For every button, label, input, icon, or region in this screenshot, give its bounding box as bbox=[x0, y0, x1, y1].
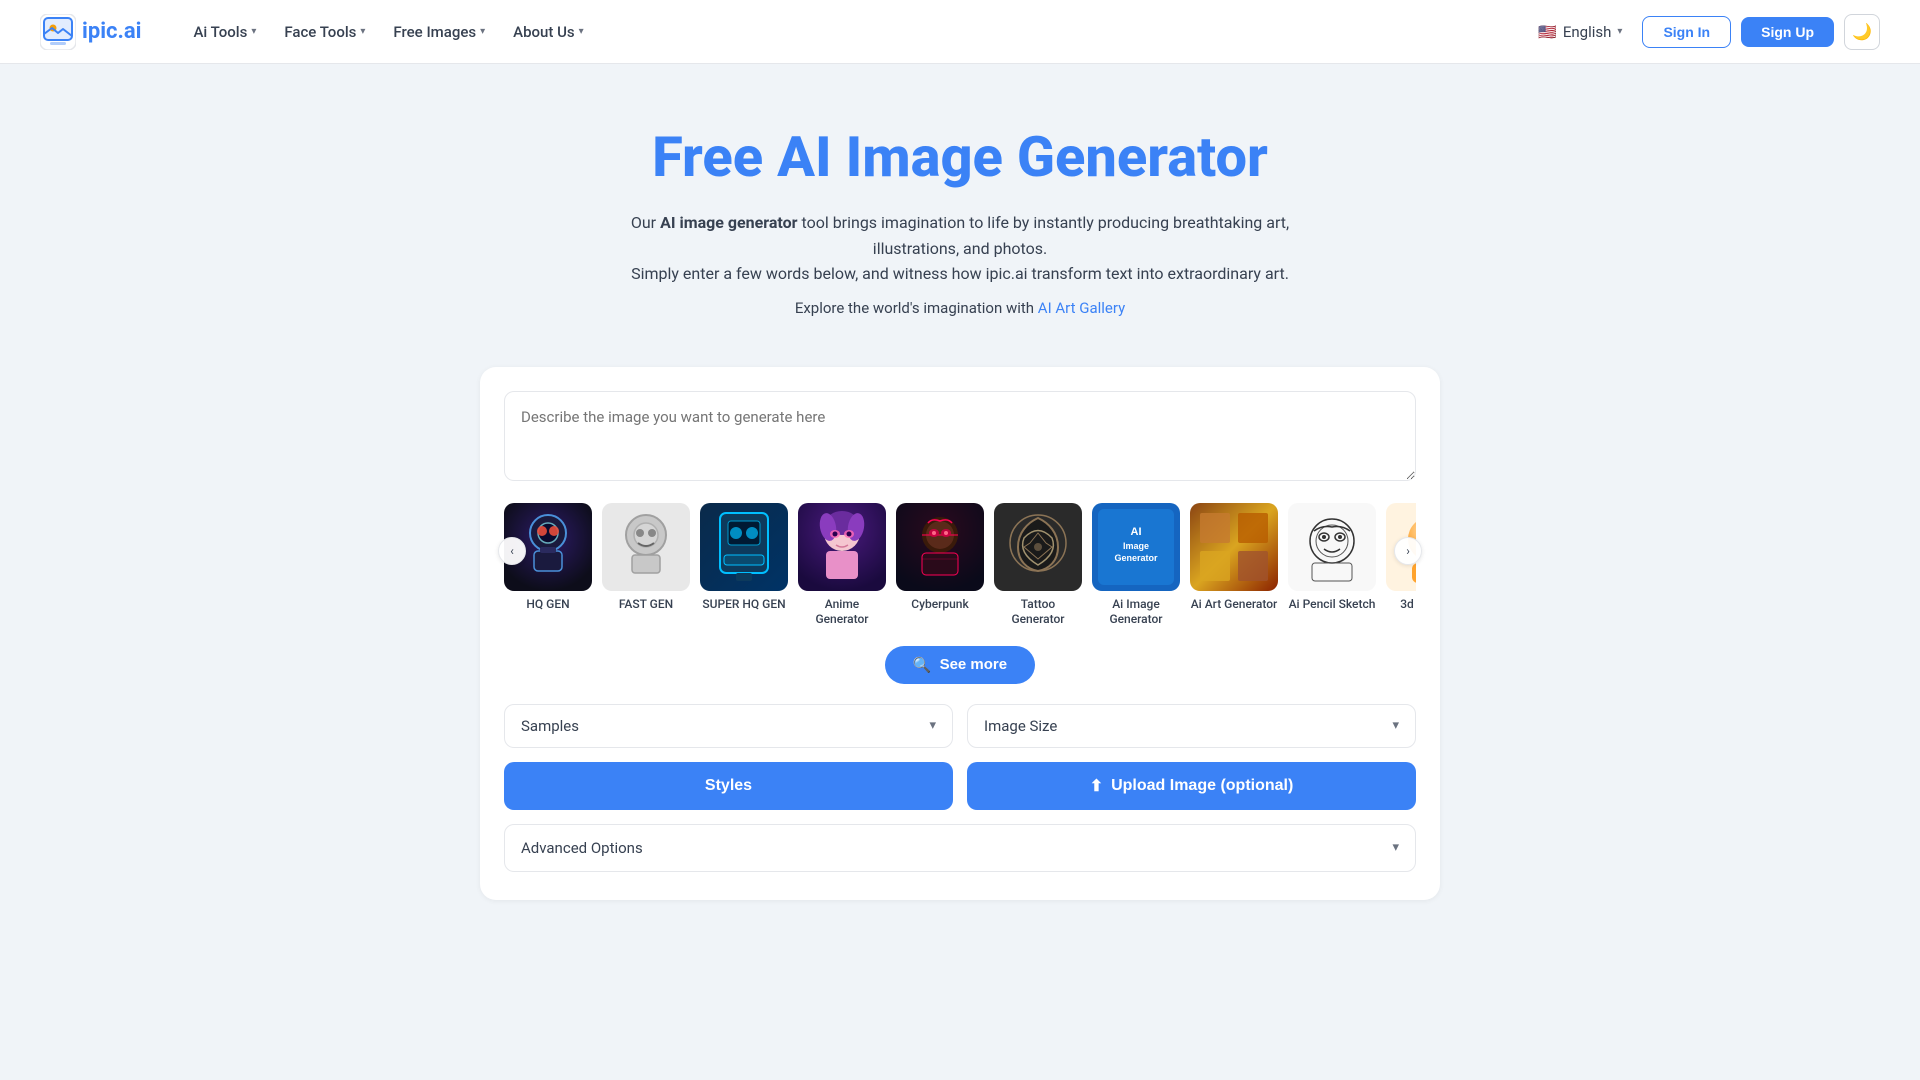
style-img-ai-pencil-sketch bbox=[1288, 503, 1376, 591]
style-label-fast-gen: FAST GEN bbox=[619, 597, 673, 613]
nav-right: 🇺🇸 English ▾ Sign In Sign Up 🌙 bbox=[1528, 14, 1880, 50]
style-label-ai-pencil-sketch: Ai Pencil Sketch bbox=[1289, 597, 1376, 613]
upload-icon: ⬆ bbox=[1090, 776, 1103, 796]
style-item-cyberpunk[interactable]: Cyberpunk bbox=[896, 503, 984, 628]
style-item-anime-generator[interactable]: Anime Generator bbox=[798, 503, 886, 628]
style-img-super-hq-gen bbox=[700, 503, 788, 591]
svg-text:Generator: Generator bbox=[1114, 553, 1158, 563]
prompt-textarea[interactable] bbox=[504, 391, 1416, 481]
controls-row: Samples ▾ Image Size ▾ bbox=[504, 704, 1416, 748]
style-label-super-hq-gen: SUPER HQ GEN bbox=[702, 597, 785, 613]
scroll-left-button[interactable]: ‹ bbox=[498, 537, 526, 565]
advanced-options-chevron-icon: ▾ bbox=[1392, 840, 1399, 855]
style-img-fast-gen bbox=[602, 503, 690, 591]
hero-title: Free AI Image Generator bbox=[20, 124, 1900, 190]
nav-face-tools[interactable]: Face Tools ▾ bbox=[272, 15, 377, 49]
style-img-cyberpunk bbox=[896, 503, 984, 591]
hero-description: Our AI image generator tool brings imagi… bbox=[610, 210, 1310, 287]
style-label-3d-cartoon: 3d Cartoon bbox=[1400, 597, 1416, 613]
see-more-button[interactable]: 🔍 See more bbox=[885, 646, 1035, 684]
face-tools-chevron-icon: ▾ bbox=[360, 26, 365, 37]
samples-dropdown[interactable]: Samples ▾ bbox=[504, 704, 953, 748]
style-item-ai-image-generator[interactable]: AI Image Generator Ai Image Generator bbox=[1092, 503, 1180, 628]
signin-button[interactable]: Sign In bbox=[1642, 16, 1731, 48]
styles-button[interactable]: Styles bbox=[504, 762, 953, 810]
logo[interactable]: ipic.ai bbox=[40, 14, 141, 50]
language-chevron-icon: ▾ bbox=[1617, 26, 1622, 37]
upload-button[interactable]: ⬆ Upload Image (optional) bbox=[967, 762, 1416, 810]
action-row: Styles ⬆ Upload Image (optional) bbox=[504, 762, 1416, 810]
main-card: ‹ HQ GEN bbox=[480, 367, 1440, 900]
style-scroll: HQ GEN FAST GEN bbox=[504, 503, 1416, 628]
samples-chevron-icon: ▾ bbox=[929, 718, 936, 733]
theme-toggle-button[interactable]: 🌙 bbox=[1844, 14, 1880, 50]
navbar: ipic.ai Ai Tools ▾ Face Tools ▾ Free Ima… bbox=[0, 0, 1920, 64]
style-label-ai-art-generator: Ai Art Generator bbox=[1191, 597, 1278, 613]
style-item-ai-art-generator[interactable]: Ai Art Generator bbox=[1190, 503, 1278, 628]
style-label-ai-image-generator: Ai Image Generator bbox=[1092, 597, 1180, 628]
hero-gallery-text: Explore the world's imagination with AI … bbox=[20, 299, 1900, 317]
style-img-ai-image-generator: AI Image Generator bbox=[1092, 503, 1180, 591]
style-item-fast-gen[interactable]: FAST GEN bbox=[602, 503, 690, 628]
style-img-anime-generator bbox=[798, 503, 886, 591]
style-label-anime-generator: Anime Generator bbox=[798, 597, 886, 628]
language-selector[interactable]: 🇺🇸 English ▾ bbox=[1528, 15, 1632, 49]
nav-ai-tools[interactable]: Ai Tools ▾ bbox=[181, 15, 268, 49]
hero-section: Free AI Image Generator Our AI image gen… bbox=[0, 64, 1920, 367]
flag-icon: 🇺🇸 bbox=[1538, 23, 1557, 41]
image-size-chevron-icon: ▾ bbox=[1392, 718, 1399, 733]
style-scroll-wrapper: ‹ HQ GEN bbox=[504, 503, 1416, 628]
style-label-cyberpunk: Cyberpunk bbox=[911, 597, 968, 613]
logo-icon bbox=[40, 14, 76, 50]
nav-links: Ai Tools ▾ Face Tools ▾ Free Images ▾ Ab… bbox=[181, 15, 1528, 49]
free-images-chevron-icon: ▾ bbox=[480, 26, 485, 37]
style-item-hq-gen[interactable]: HQ GEN bbox=[504, 503, 592, 628]
style-img-tattoo-generator bbox=[994, 503, 1082, 591]
svg-text:Image: Image bbox=[1123, 541, 1149, 551]
style-item-ai-pencil-sketch[interactable]: Ai Pencil Sketch bbox=[1288, 503, 1376, 628]
style-img-ai-art-generator bbox=[1190, 503, 1278, 591]
svg-text:AI: AI bbox=[1131, 526, 1142, 538]
style-item-3d-cartoon[interactable]: 3d Cartoon bbox=[1386, 503, 1416, 628]
scroll-right-button[interactable]: › bbox=[1394, 537, 1422, 565]
style-item-tattoo-generator[interactable]: Tattoo Generator bbox=[994, 503, 1082, 628]
about-us-chevron-icon: ▾ bbox=[579, 26, 584, 37]
logo-text: ipic.ai bbox=[82, 19, 141, 44]
image-size-dropdown[interactable]: Image Size ▾ bbox=[967, 704, 1416, 748]
signup-button[interactable]: Sign Up bbox=[1741, 17, 1834, 47]
advanced-options-row[interactable]: Advanced Options ▾ bbox=[504, 824, 1416, 872]
style-item-super-hq-gen[interactable]: SUPER HQ GEN bbox=[700, 503, 788, 628]
see-more-row: 🔍 See more bbox=[504, 646, 1416, 684]
style-label-tattoo-generator: Tattoo Generator bbox=[994, 597, 1082, 628]
ai-art-gallery-link[interactable]: AI Art Gallery bbox=[1038, 299, 1125, 317]
style-label-hq-gen: HQ GEN bbox=[526, 597, 569, 613]
search-icon: 🔍 bbox=[913, 656, 932, 674]
ai-tools-chevron-icon: ▾ bbox=[251, 26, 256, 37]
nav-free-images[interactable]: Free Images ▾ bbox=[381, 15, 497, 49]
nav-about-us[interactable]: About Us ▾ bbox=[501, 15, 596, 49]
